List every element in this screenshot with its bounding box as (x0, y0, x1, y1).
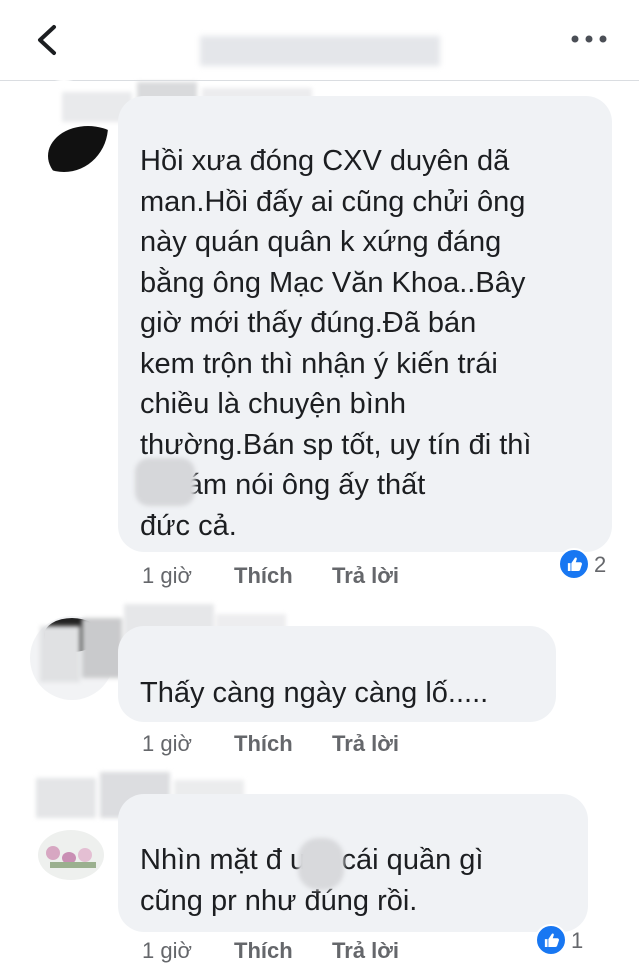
reply-button[interactable]: Trả lời (332, 731, 399, 757)
reply-button[interactable]: Trả lời (332, 563, 399, 589)
thumbs-up-icon (558, 548, 590, 580)
blurred-tag (298, 838, 344, 890)
timestamp: 1 giờ (142, 563, 192, 588)
timestamp: 1 giờ (142, 938, 192, 963)
comment-meta: 1 giờ Thích Trả lời (142, 563, 442, 591)
chevron-left-icon[interactable] (30, 22, 66, 58)
like-button[interactable]: Thích (234, 731, 293, 757)
reaction-count: 2 (594, 552, 607, 577)
top-bar (0, 0, 639, 81)
comment-meta: 1 giờ Thích Trả lời (142, 731, 442, 759)
comment-meta: 1 giờ Thích Trả lời (142, 938, 442, 966)
more-horizontal-icon[interactable] (569, 32, 609, 46)
reaction-badge[interactable]: 2 (558, 548, 618, 582)
blurred-tag (135, 458, 195, 506)
reply-button[interactable]: Trả lời (332, 938, 399, 964)
like-button[interactable]: Thích (234, 563, 293, 589)
reaction-count: 1 (571, 928, 584, 953)
like-button[interactable]: Thích (234, 938, 293, 964)
thumbs-up-icon (535, 924, 567, 956)
comment-text: Hồi xưa đóng CXV duyên dã man.Hồi đấy ai… (140, 145, 532, 542)
comment-text: Thấy càng ngày càng lố..... (140, 677, 489, 709)
comment-text: Nhìn mặt đ ưa, cái quần gì cũng pr như đ… (140, 844, 484, 917)
blurred-title (200, 36, 440, 66)
avatar[interactable] (38, 830, 104, 880)
timestamp: 1 giờ (142, 731, 192, 756)
